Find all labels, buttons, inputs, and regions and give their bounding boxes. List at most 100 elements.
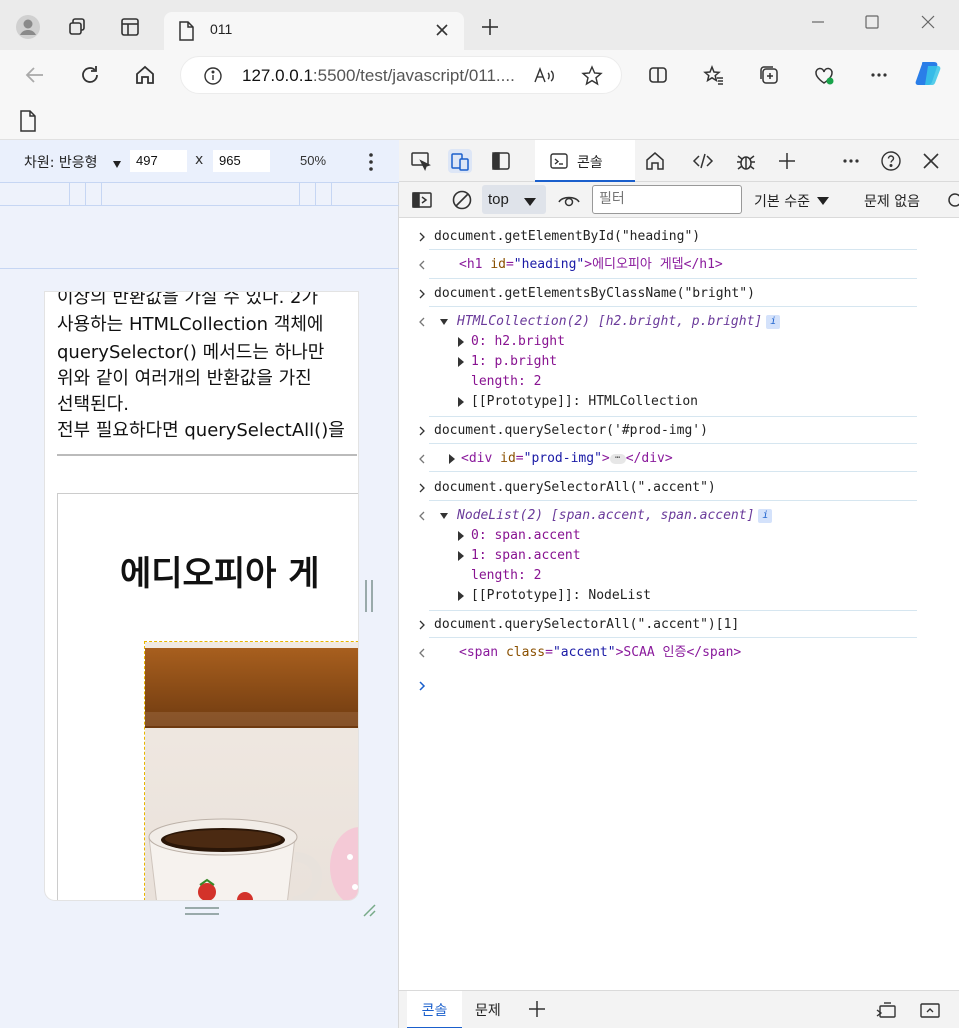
device-toggle-icon[interactable] — [448, 149, 472, 173]
split-screen-icon[interactable] — [643, 60, 673, 90]
dropdown-arrow-icon[interactable] — [112, 154, 122, 173]
debugger-bug-icon[interactable] — [734, 149, 758, 173]
divider — [429, 637, 917, 638]
close-icon[interactable] — [432, 20, 452, 40]
site-info-icon[interactable] — [203, 66, 223, 90]
expand-triangle-icon[interactable] — [456, 527, 466, 545]
collection-summary[interactable]: HTMLCollection(2) [h2.bright, p.bright] i — [457, 313, 781, 331]
log-level-dropdown[interactable]: 기본 수준 — [754, 191, 830, 211]
console-result[interactable]: <h1 id="heading">에디오피아 게뎁</h1> — [459, 256, 723, 274]
browser-essentials-icon[interactable] — [809, 60, 839, 90]
sidebar-toggle-icon[interactable] — [411, 190, 433, 214]
nodelist-item[interactable]: 1: span.accent — [471, 547, 581, 565]
context-selector[interactable]: top — [482, 185, 546, 214]
console-input-prompt-icon[interactable] — [417, 677, 427, 695]
horizontal-resize-handle[interactable] — [365, 580, 373, 612]
dock-side-icon[interactable] — [489, 149, 513, 173]
drawer-tab-console[interactable]: 콘솔 — [407, 991, 462, 1028]
favorites-icon[interactable] — [699, 60, 729, 90]
favorite-star-icon[interactable] — [581, 65, 603, 91]
expand-triangle-icon[interactable] — [456, 393, 466, 411]
tab-console[interactable]: 콘솔 — [535, 140, 635, 182]
maximize-icon[interactable] — [860, 10, 884, 34]
collapsed-ellipsis-icon[interactable]: ⋯ — [609, 454, 626, 464]
close-drawer-icon[interactable] — [919, 1000, 941, 1024]
clear-console-icon[interactable] — [451, 189, 473, 215]
result-arrow-icon — [417, 507, 427, 525]
zoom-dropdown[interactable]: 50% — [300, 153, 326, 168]
height-input[interactable]: 965 — [213, 150, 270, 172]
filter-input[interactable] — [592, 185, 742, 214]
collection-item[interactable]: 1: p.bright — [471, 353, 557, 371]
tab-actions-icon[interactable] — [116, 13, 144, 41]
drawer-tab-issues[interactable]: 문제 — [475, 991, 509, 1028]
filter-field[interactable] — [593, 186, 733, 211]
issues-counter[interactable]: 문제 없음 — [864, 191, 920, 211]
console-output[interactable]: document.getElementById("heading") <h1 i… — [399, 220, 959, 990]
minimize-icon[interactable] — [806, 10, 830, 34]
more-tools-plus-icon[interactable] — [775, 149, 799, 173]
expand-triangle-icon[interactable] — [439, 507, 449, 525]
close-devtools-icon[interactable] — [919, 149, 943, 173]
collection-item[interactable]: 0: h2.bright — [471, 333, 565, 351]
settings-gear-icon[interactable] — [945, 191, 959, 213]
paragraph-line: 위와 같이 여러개의 반환값을 가진 — [57, 368, 312, 389]
console-result[interactable]: <div id="prod-img"> ⋯ </div> — [461, 450, 673, 468]
paragraph-line: 선택된다. — [57, 394, 129, 415]
read-aloud-icon[interactable] — [533, 65, 555, 91]
vertical-resize-handle[interactable] — [185, 907, 219, 915]
paragraph-line: querySelector() 메서드는 하나만 — [57, 342, 325, 363]
device-emulation-pane: 차원: 반응형 497 x 965 50% 이상의 반환값을 가질 수 있다. … — [0, 140, 399, 1028]
address-bar[interactable]: 127.0.0.1:5500/test/javascript/011.... — [180, 56, 622, 94]
info-badge[interactable]: i — [758, 509, 773, 523]
drawer-tab-bar: 콘솔 문제 — [399, 990, 959, 1028]
refresh-icon[interactable] — [75, 60, 105, 90]
home-icon[interactable] — [130, 60, 160, 90]
page-icon[interactable] — [19, 110, 37, 136]
more-options-icon[interactable] — [864, 60, 894, 90]
profile-icon[interactable] — [14, 13, 42, 41]
new-tab-icon[interactable] — [476, 13, 504, 41]
nodelist-summary[interactable]: NodeList(2) [span.accent, span.accent] i — [457, 507, 773, 525]
browser-tab[interactable]: 011 — [164, 12, 464, 50]
info-badge[interactable]: i — [766, 315, 781, 329]
paragraph-line: 전부 필요하다면 querySelectAll()을 — [57, 420, 345, 441]
browser-window: 011 127.0.0.1:5500/test/javascript/011..… — [0, 0, 959, 1028]
workspaces-icon[interactable] — [63, 13, 91, 41]
collection-prototype[interactable]: [[Prototype]]: HTMLCollection — [471, 393, 698, 411]
nodelist-item[interactable]: 0: span.accent — [471, 527, 581, 545]
collection-length: length: 2 — [471, 374, 542, 389]
dimensions-dropdown[interactable]: 차원: 반응형 — [24, 152, 98, 172]
console-result[interactable]: <span class="accent">SCAA 인증</span> — [459, 644, 741, 662]
back-icon[interactable] — [20, 60, 50, 90]
expand-triangle-icon[interactable] — [447, 450, 457, 468]
nodelist-length: length: 2 — [471, 568, 542, 583]
tab-console-label: 콘솔 — [577, 155, 603, 171]
expand-triangle-icon[interactable] — [456, 587, 466, 605]
expand-triangle-icon[interactable] — [439, 313, 449, 331]
welcome-home-icon[interactable] — [643, 149, 667, 173]
window-close-icon[interactable] — [916, 10, 940, 34]
result-arrow-icon — [417, 450, 427, 468]
corner-resize-icon[interactable] — [361, 902, 377, 918]
add-drawer-tab-icon[interactable] — [528, 1000, 546, 1022]
paragraph-line: 이상의 반환값을 가질 수 있다. 2가 — [57, 292, 319, 308]
help-icon[interactable] — [879, 149, 903, 173]
width-input[interactable]: 497 — [130, 150, 187, 172]
live-expression-eye-icon[interactable] — [557, 189, 581, 215]
favorites-bar — [0, 102, 959, 140]
url-text: 127.0.0.1:5500/test/javascript/011.... — [242, 66, 515, 85]
collections-icon[interactable] — [754, 60, 784, 90]
expand-triangle-icon[interactable] — [456, 547, 466, 565]
inspect-element-icon[interactable] — [409, 149, 433, 173]
dock-drawer-icon[interactable] — [875, 1000, 897, 1024]
expand-triangle-icon[interactable] — [456, 333, 466, 351]
elements-code-icon[interactable] — [691, 149, 715, 173]
divider — [429, 416, 917, 417]
copilot-icon[interactable] — [914, 58, 944, 88]
nodelist-prototype[interactable]: [[Prototype]]: NodeList — [471, 587, 651, 605]
customize-more-icon[interactable] — [839, 149, 863, 173]
expand-triangle-icon[interactable] — [456, 353, 466, 371]
device-options-icon[interactable] — [360, 150, 382, 174]
divider — [57, 454, 357, 456]
